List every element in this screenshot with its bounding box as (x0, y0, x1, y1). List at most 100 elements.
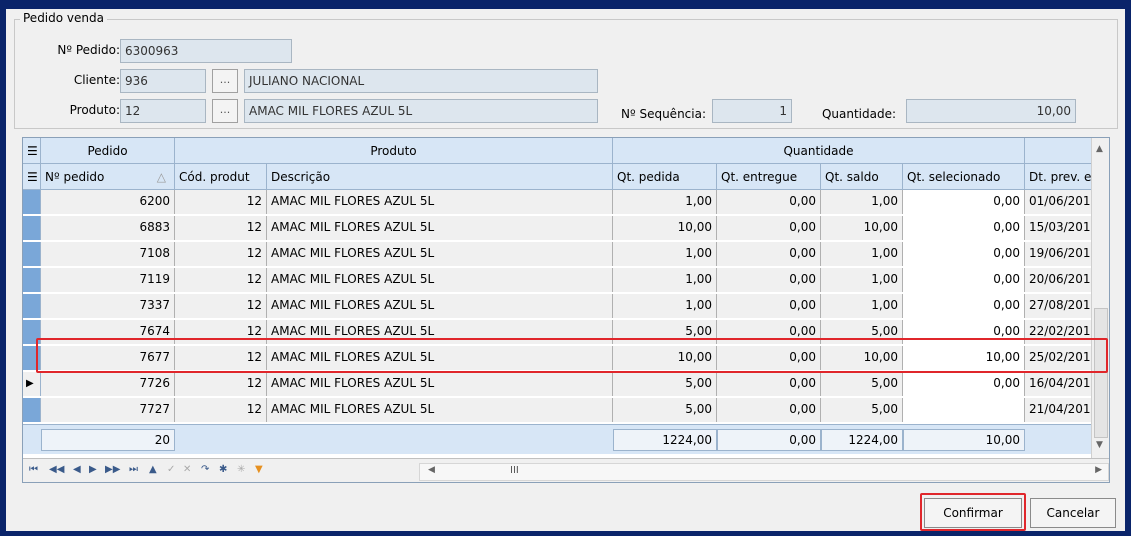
nav-refresh-icon[interactable]: ↷ (201, 464, 209, 475)
cell-qsel[interactable]: 0,00 (903, 216, 1025, 240)
quantidade-label: Quantidade: (821, 107, 896, 121)
sequencia-field[interactable]: 1 (712, 99, 792, 123)
nav-first-page-icon[interactable]: ⏮ (29, 464, 38, 475)
cell-cod: 12 (175, 294, 267, 318)
table-row[interactable]: 7119 12 AMAC MIL FLORES AZUL 5L 1,00 0,00 1,0… (23, 268, 1093, 292)
scroll-up-icon[interactable]: ▲ (1096, 144, 1103, 154)
band-quantidade: Quantidade (613, 138, 1025, 164)
cell-dt: 19/06/2016 (1025, 242, 1093, 266)
col-qt-saldo[interactable]: Qt. saldo (821, 164, 903, 190)
cell-pedido: 6200 (41, 190, 175, 214)
row-indicator[interactable] (23, 190, 41, 214)
nav-cancel-icon[interactable]: ✕ (183, 464, 191, 475)
nav-insert-icon[interactable]: ▲ (149, 464, 157, 475)
cancelar-button[interactable]: Cancelar (1030, 498, 1116, 528)
produto-code-field[interactable]: 12 (120, 99, 206, 123)
cell-qped: 1,00 (613, 190, 717, 214)
scroll-right-icon[interactable]: ▶ (1095, 465, 1102, 475)
row-indicator[interactable] (23, 398, 41, 422)
cell-dt: 15/03/2016 (1025, 216, 1093, 240)
nav-prev-icon[interactable]: ◀ (73, 464, 81, 475)
nav-prev-page-icon[interactable]: ◀◀ (49, 464, 64, 475)
grid-options-icon[interactable]: ☰ (23, 138, 41, 164)
table-row[interactable]: ▶ 7726 12 AMAC MIL FLORES AZUL 5L 5,00 0,00 5,… (23, 372, 1093, 396)
cell-qsel[interactable]: 0,00 (903, 268, 1025, 292)
grid-totals-row: 20 1224,00 0,00 1224,00 10,00 (23, 424, 1093, 454)
cell-qent: 0,00 (717, 190, 821, 214)
pedidos-grid[interactable]: ☰ Pedido Produto Quantidade ☰ Nº pedido △… (22, 137, 1110, 483)
grid-navigator: ⏮ ◀◀ ◀ ▶ ▶▶ ⏭ ▲ ✓ ✕ ↷ ✱ ✳ ▼ ◀ III ▶ (23, 458, 1109, 482)
nav-bookmark-icon[interactable]: ✱ (219, 464, 227, 475)
nav-post-icon[interactable]: ✓ (167, 464, 175, 475)
col-no-pedido[interactable]: Nº pedido △ (41, 164, 175, 190)
nav-next-icon[interactable]: ▶ (89, 464, 97, 475)
row-indicator[interactable] (23, 268, 41, 292)
produto-label: Produto: (69, 103, 120, 117)
nav-goto-bookmark-icon[interactable]: ✳ (237, 464, 245, 475)
cell-pedido: 7727 (41, 398, 175, 422)
table-row[interactable]: 6200 12 AMAC MIL FLORES AZUL 5L 1,00 0,00 1,0… (23, 190, 1093, 214)
produto-name-field[interactable]: AMAC MIL FLORES AZUL 5L (244, 99, 598, 123)
column-options-icon[interactable]: ☰ (23, 164, 41, 190)
cell-cod: 12 (175, 372, 267, 396)
window-top-border (6, 1, 1125, 9)
col-qt-selecionado[interactable]: Qt. selecionado (903, 164, 1025, 190)
grid-vertical-scrollbar[interactable]: ▲ ▼ (1091, 138, 1109, 458)
scroll-thumb[interactable] (1094, 308, 1108, 438)
cell-dt: 20/06/2016 (1025, 268, 1093, 292)
cell-qsel[interactable]: 0,00 (903, 372, 1025, 396)
row-indicator[interactable] (23, 294, 41, 318)
cell-desc: AMAC MIL FLORES AZUL 5L (267, 216, 613, 240)
cliente-code-field[interactable]: 936 (120, 69, 206, 93)
col-cod-produto[interactable]: Cód. produt (175, 164, 267, 190)
pedido-label: Nº Pedido: (57, 43, 120, 57)
cell-cod: 12 (175, 242, 267, 266)
cell-qped: 1,00 (613, 242, 717, 266)
cell-desc: AMAC MIL FLORES AZUL 5L (267, 242, 613, 266)
highlight-row-box (36, 338, 1108, 373)
col-descricao[interactable]: Descrição (267, 164, 613, 190)
scroll-down-icon[interactable]: ▼ (1096, 440, 1103, 450)
col-qt-entregue[interactable]: Qt. entregue (717, 164, 821, 190)
cell-qent: 0,00 (717, 242, 821, 266)
band-pedido: Pedido (41, 138, 175, 164)
row-indicator[interactable] (23, 242, 41, 266)
table-row[interactable]: 7727 12 AMAC MIL FLORES AZUL 5L 5,00 0,00 5,0… (23, 398, 1093, 422)
scroll-left-icon[interactable]: ◀ (428, 465, 435, 475)
cell-qsal: 5,00 (821, 398, 903, 422)
pedido-field[interactable]: 6300963 (120, 39, 292, 63)
nav-filter-icon[interactable]: ▼ (255, 464, 263, 475)
nav-last-page-icon[interactable]: ⏭ (129, 464, 138, 475)
grid-horizontal-scrollbar[interactable]: ◀ III ▶ (419, 463, 1109, 481)
cell-qent: 0,00 (717, 398, 821, 422)
band-extra (1025, 138, 1093, 164)
cliente-label: Cliente: (73, 73, 120, 87)
cell-qped: 1,00 (613, 294, 717, 318)
table-row[interactable]: 6883 12 AMAC MIL FLORES AZUL 5L 10,00 0,00 10… (23, 216, 1093, 240)
cell-qent: 0,00 (717, 216, 821, 240)
grid-column-header: ☰ Nº pedido △ Cód. produt Descrição Qt. p… (23, 164, 1093, 190)
produto-lookup-button[interactable]: ... (212, 99, 238, 123)
col-qt-pedida[interactable]: Qt. pedida (613, 164, 717, 190)
grid-band-header: ☰ Pedido Produto Quantidade (23, 138, 1093, 164)
table-row[interactable]: 7108 12 AMAC MIL FLORES AZUL 5L 1,00 0,00 1,0… (23, 242, 1093, 266)
cliente-lookup-button[interactable]: ... (212, 69, 238, 93)
col-dt-prev[interactable]: Dt. prev. er (1025, 164, 1093, 190)
total-qt-selecionado: 10,00 (903, 429, 1025, 451)
cell-qsel[interactable] (903, 398, 1025, 422)
cell-qped: 5,00 (613, 372, 717, 396)
sort-ascending-icon: △ (156, 170, 166, 184)
table-row[interactable]: 7337 12 AMAC MIL FLORES AZUL 5L 1,00 0,00 1,0… (23, 294, 1093, 318)
nav-next-page-icon[interactable]: ▶▶ (105, 464, 120, 475)
row-indicator[interactable]: ▶ (23, 372, 41, 396)
scroll-grip[interactable]: III (510, 465, 519, 476)
row-indicator[interactable] (23, 216, 41, 240)
cell-qsel[interactable]: 0,00 (903, 190, 1025, 214)
quantidade-field[interactable]: 10,00 (906, 99, 1076, 123)
cell-desc: AMAC MIL FLORES AZUL 5L (267, 398, 613, 422)
cell-qsel[interactable]: 0,00 (903, 242, 1025, 266)
total-qt-entregue: 0,00 (717, 429, 821, 451)
cliente-name-field[interactable]: JULIANO NACIONAL (244, 69, 598, 93)
cell-qsel[interactable]: 0,00 (903, 294, 1025, 318)
cell-desc: AMAC MIL FLORES AZUL 5L (267, 190, 613, 214)
